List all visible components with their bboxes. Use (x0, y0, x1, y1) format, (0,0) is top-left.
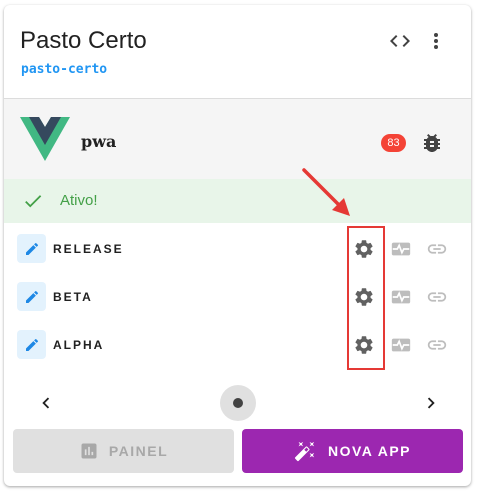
dot-icon (233, 398, 243, 408)
channel-label: BETA (53, 290, 93, 304)
channel-activity-button[interactable] (389, 237, 413, 261)
nova-app-button[interactable]: NOVA APP (242, 429, 463, 473)
bug-icon (424, 134, 440, 152)
edit-channel-button[interactable] (17, 282, 46, 311)
painel-button[interactable]: PAINEL (13, 429, 234, 473)
project-slug[interactable]: pasto-certo (21, 62, 107, 77)
pulse-icon (391, 338, 411, 352)
edit-channel-button[interactable] (17, 330, 46, 359)
previous-page-button[interactable] (34, 391, 58, 415)
next-page-button[interactable] (419, 391, 443, 415)
link-icon (427, 340, 447, 350)
bug-report-button[interactable] (418, 129, 446, 157)
channel-row-beta: BETA (4, 282, 471, 312)
nova-app-label: NOVA APP (327, 443, 412, 459)
edit-channel-button[interactable] (17, 234, 46, 263)
channel-label: ALPHA (53, 338, 105, 352)
channel-link-button[interactable] (425, 285, 449, 309)
channel-activity-button[interactable] (389, 333, 413, 357)
pencil-icon (25, 242, 38, 255)
channel-activity-button[interactable] (389, 285, 413, 309)
painel-label: PAINEL (108, 443, 169, 459)
pulse-icon (391, 290, 411, 304)
magic-wand-icon (294, 441, 315, 462)
chart-icon (81, 443, 97, 459)
vue-logo (20, 117, 70, 166)
chevron-left-icon (42, 397, 50, 409)
link-icon (427, 292, 447, 302)
channel-label: RELEASE (53, 242, 124, 256)
project-title: Pasto Certo (20, 27, 147, 54)
more-vert-icon (434, 33, 438, 49)
annotation-arrow (300, 166, 356, 227)
app-name: pwa (81, 132, 117, 151)
more-options-button[interactable] (422, 27, 450, 55)
issue-count-badge: 83 (381, 134, 406, 152)
app-row: pwa 83 (4, 99, 471, 179)
link-icon (427, 244, 447, 254)
chevron-right-icon (427, 397, 435, 409)
pencil-icon (25, 290, 38, 303)
app-card: Pasto Certo pasto-certo pwa 83 Ativo! RE… (4, 5, 471, 486)
pencil-icon (25, 338, 38, 351)
channel-link-button[interactable] (425, 333, 449, 357)
code-button[interactable] (386, 27, 414, 55)
check-icon (22, 190, 44, 217)
code-icon (390, 35, 410, 47)
status-text: Ativo! (60, 192, 98, 209)
annotation-highlight-box (347, 226, 385, 370)
pulse-icon (391, 242, 411, 256)
channel-row-release: RELEASE (4, 234, 471, 264)
status-banner: Ativo! (4, 179, 471, 223)
channel-row-alpha: ALPHA (4, 330, 471, 360)
channel-link-button[interactable] (425, 237, 449, 261)
page-indicator-button[interactable] (220, 385, 256, 421)
